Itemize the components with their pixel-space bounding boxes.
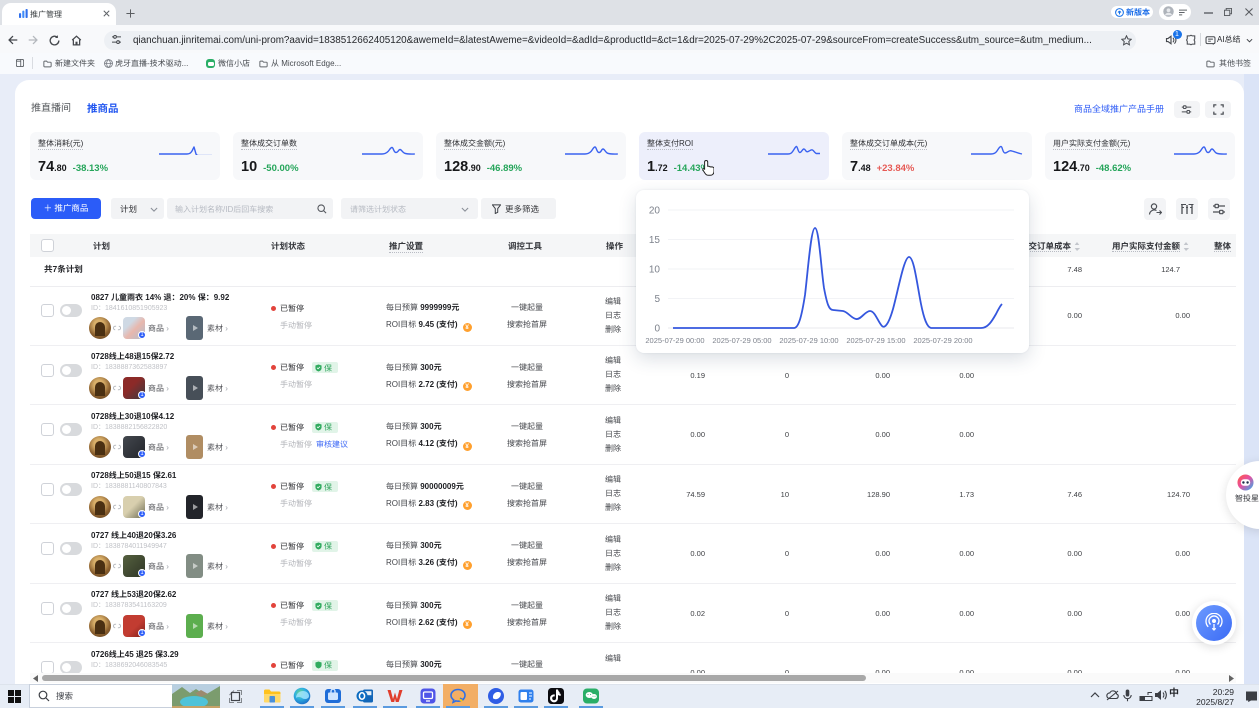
svg-text:15: 15 <box>649 235 661 246</box>
svg-text:2025-07-29 15:00: 2025-07-29 15:00 <box>846 336 905 345</box>
svg-text:2025-07-29 00:00: 2025-07-29 00:00 <box>645 336 704 345</box>
svg-text:2025-07-29 20:00: 2025-07-29 20:00 <box>913 336 972 345</box>
svg-text:2025-07-29 05:00: 2025-07-29 05:00 <box>712 336 771 345</box>
svg-text:5: 5 <box>654 294 660 305</box>
svg-text:20: 20 <box>649 206 661 217</box>
svg-text:2025-07-29 10:00: 2025-07-29 10:00 <box>779 336 838 345</box>
svg-text:10: 10 <box>649 265 661 276</box>
svg-text:0: 0 <box>654 324 660 335</box>
